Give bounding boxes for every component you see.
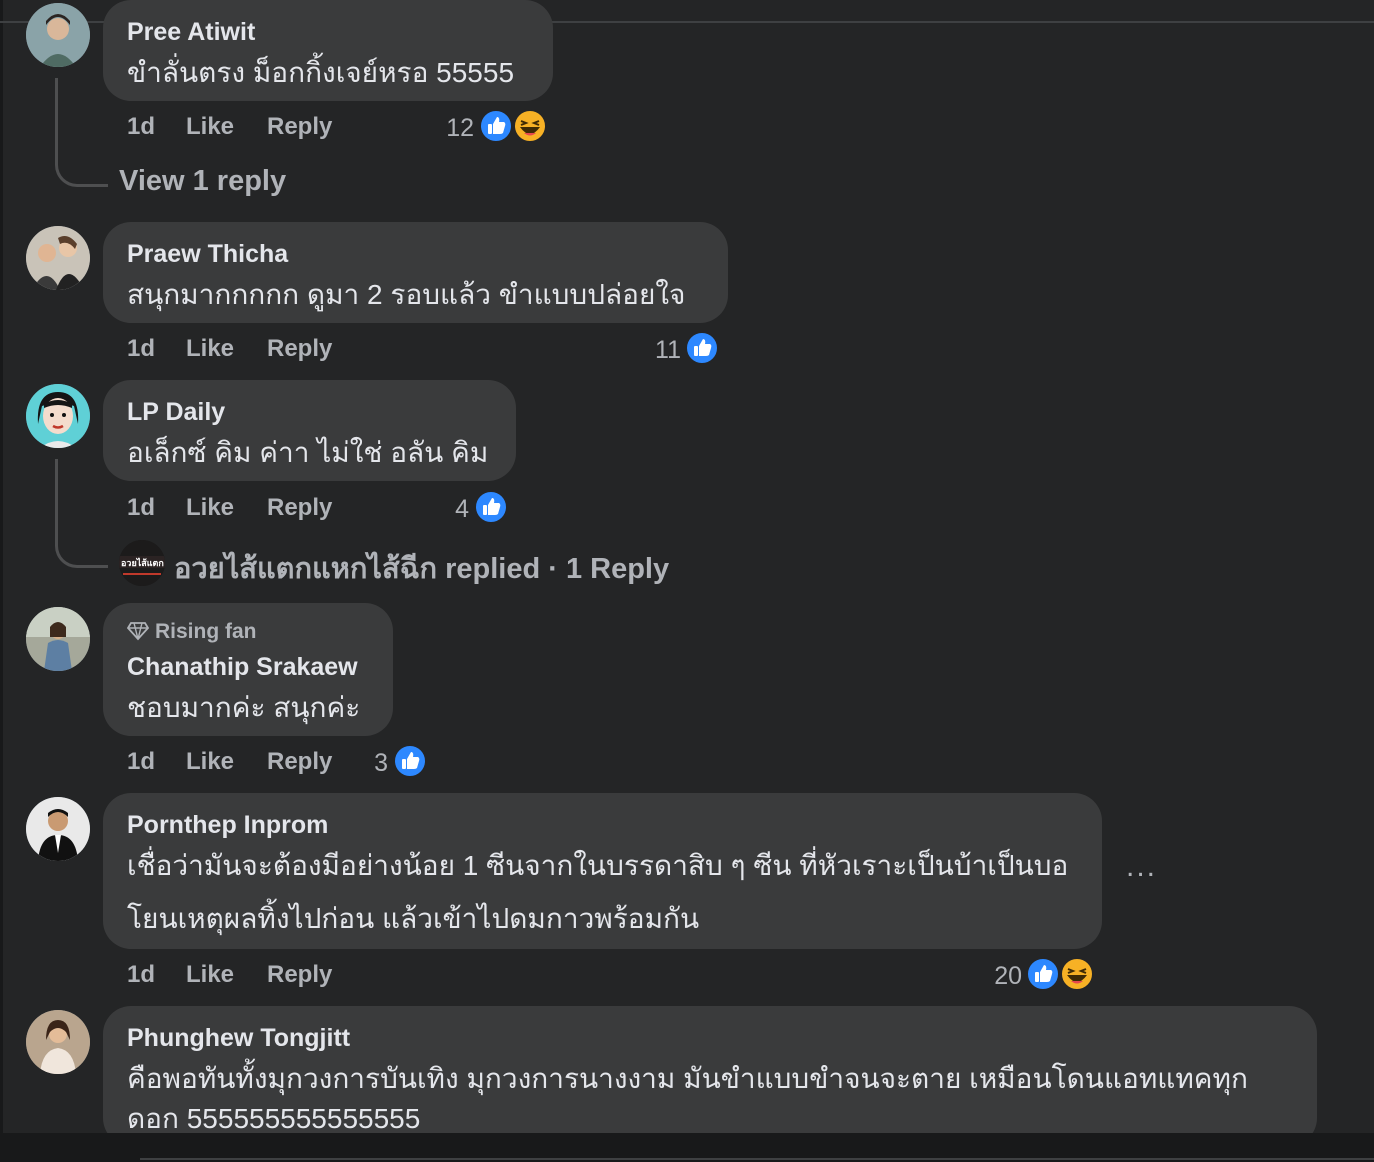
comment-bubble: Phunghew Tongjitt คือพอทันทั้งมุกวงการบั… [103, 1006, 1317, 1146]
reaction-summary[interactable]: 11 [649, 330, 724, 370]
bottom-divider [140, 1158, 1374, 1160]
comment-time[interactable]: 1d [127, 494, 155, 522]
reaction-count: 12 [446, 114, 474, 142]
reaction-summary[interactable]: 3 [362, 743, 432, 783]
avatar[interactable] [26, 226, 90, 290]
badge-label: Rising fan [155, 620, 257, 643]
reaction-count: 20 [994, 962, 1022, 990]
avatar[interactable] [26, 797, 90, 861]
avatar[interactable] [26, 384, 90, 448]
like-button[interactable]: Like [186, 961, 234, 989]
left-edge [0, 0, 3, 1162]
comment-author[interactable]: Praew Thicha [127, 240, 288, 269]
avatar[interactable] [26, 3, 90, 67]
reaction-count: 11 [655, 336, 681, 364]
reply-button[interactable]: Reply [267, 494, 332, 522]
reaction-summary[interactable]: 4 [445, 489, 515, 529]
reaction-summary[interactable]: 20 [985, 956, 1097, 996]
comment-author[interactable]: Pornthep Inprom [127, 811, 328, 840]
like-icon [393, 744, 427, 778]
haha-icon [513, 109, 547, 143]
comment-time[interactable]: 1d [127, 961, 155, 989]
haha-icon [1060, 957, 1094, 991]
reply-button[interactable]: Reply [267, 113, 332, 141]
like-icon [479, 109, 513, 143]
comment-bubble: LP Daily อเล็กซ์ คิม ค่าา ไม่ใช่ อลัน คิ… [103, 380, 516, 481]
comment-text-line-2: โยนเหตุผลทิ้งไปก่อน แล้วเข้าไปดมกาวพร้อม… [127, 903, 700, 934]
like-icon [1026, 957, 1060, 991]
view-replies-link[interactable]: View 1 reply [119, 165, 286, 198]
reply-button[interactable]: Reply [267, 748, 332, 776]
comment-text: สนุกมากกกกก ดูมา 2 รอบแล้ว ขำแบบปล่อยใจ [127, 279, 686, 310]
comment-bubble: Pornthep Inprom เชื่อว่ามันจะต้องมีอย่าง… [103, 793, 1102, 949]
reaction-count: 3 [374, 749, 388, 777]
comment-time[interactable]: 1d [127, 748, 155, 776]
avatar[interactable] [26, 607, 90, 671]
thread-connector [55, 78, 108, 187]
comment-author[interactable]: Chanathip Srakaew [127, 653, 358, 682]
reaction-count: 4 [455, 495, 469, 523]
like-button[interactable]: Like [186, 335, 234, 363]
like-button[interactable]: Like [186, 748, 234, 776]
like-button[interactable]: Like [186, 494, 234, 522]
reaction-summary[interactable]: 12 [440, 108, 550, 148]
more-options-button[interactable]: ... [1126, 850, 1157, 884]
avatar[interactable] [26, 1010, 90, 1074]
reply-button[interactable]: Reply [267, 335, 332, 363]
comment-author[interactable]: Pree Atiwit [127, 18, 255, 47]
comment-text: ขำลั่นตรง ม็อกกิ้งเจย์หรอ 55555 [127, 57, 515, 88]
comment-time[interactable]: 1d [127, 113, 155, 141]
comment-bubble: Rising fan Chanathip Srakaew ชอบมากค่ะ ส… [103, 603, 393, 736]
comment-text: อเล็กซ์ คิม ค่าา ไม่ใช่ อลัน คิม [127, 437, 489, 468]
comment-text: ชอบมากค่ะ สนุกค่ะ [127, 692, 361, 723]
top-fan-badge: Rising fan [126, 619, 257, 644]
view-replies-link[interactable]: อวยไส้แตกแหกไส้ฉีก replied · 1 Reply [174, 545, 669, 591]
like-icon [474, 490, 508, 524]
comment-bubble: Praew Thicha สนุกมากกกกก ดูมา 2 รอบแล้ว … [103, 222, 728, 323]
like-icon [685, 331, 719, 365]
comment-bubble: Pree Atiwit ขำลั่นตรง ม็อกกิ้งเจย์หรอ 55… [103, 0, 553, 101]
comment-author[interactable]: Phunghew Tongjitt [127, 1024, 350, 1053]
diamond-icon [126, 622, 150, 641]
comment-author[interactable]: LP Daily [127, 398, 225, 427]
replier-avatar[interactable]: อวยไส้แตก [119, 540, 165, 586]
comment-text-line-1: เชื่อว่ามันจะต้องมีอย่างน้อย 1 ซีนจากในบ… [127, 850, 1069, 881]
reply-button[interactable]: Reply [267, 961, 332, 989]
replier-avatar-text: อวยไส้แตก [121, 558, 164, 568]
comment-time[interactable]: 1d [127, 335, 155, 363]
like-button[interactable]: Like [186, 113, 234, 141]
comment-text-line-1: คือพอทันทั้งมุกวงการบันเทิง มุกวงการนางง… [127, 1063, 1248, 1094]
thread-connector [55, 459, 108, 568]
